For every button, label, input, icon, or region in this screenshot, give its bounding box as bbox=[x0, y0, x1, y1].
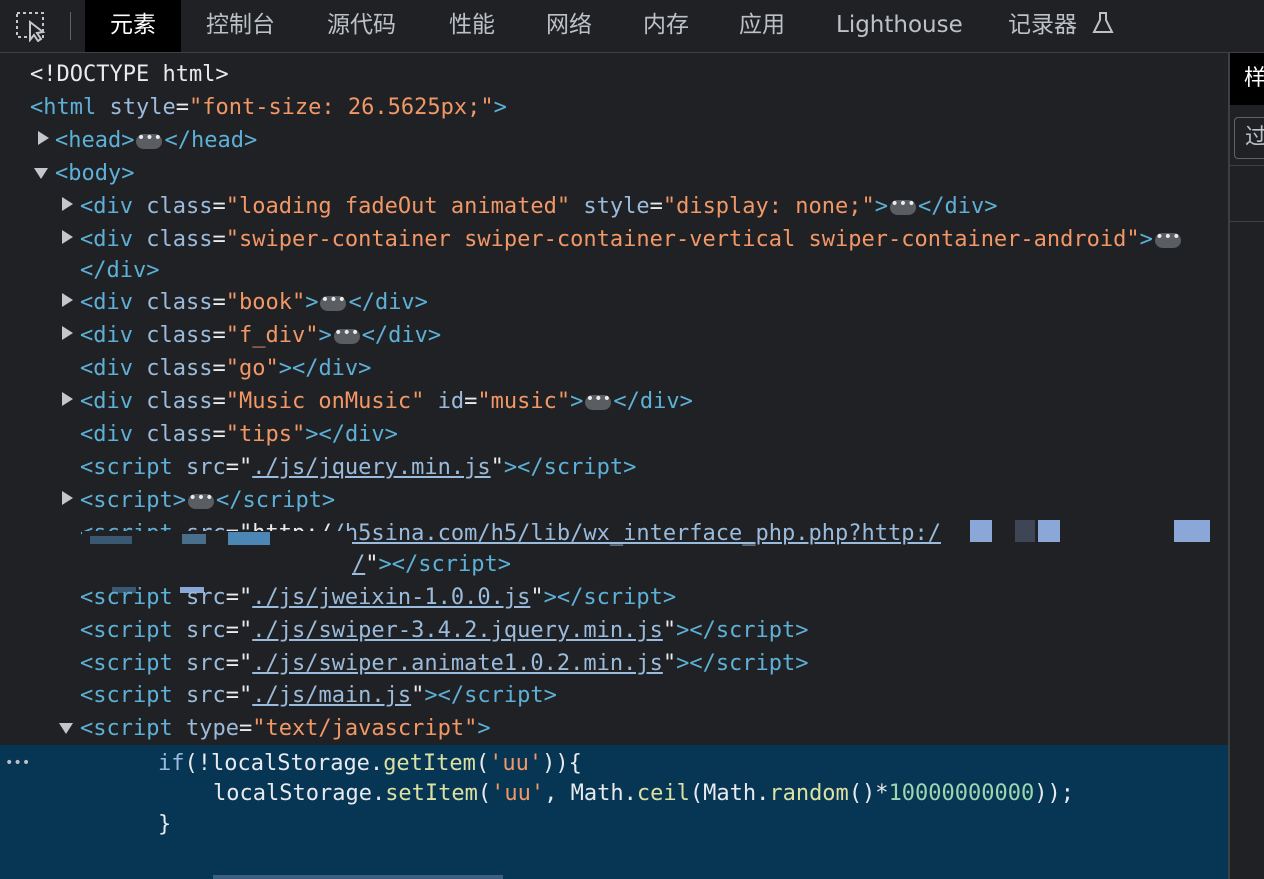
expand-arrow-icon[interactable] bbox=[62, 392, 73, 406]
ellipsis-badge[interactable]: ••• bbox=[333, 326, 360, 344]
toolbar-divider bbox=[70, 12, 71, 40]
tree-node-html[interactable]: <html style="font-size: 26.5625px;"> bbox=[30, 91, 507, 124]
src-link[interactable]: ./js/jquery.min.js bbox=[252, 455, 490, 480]
redaction-patch bbox=[1174, 520, 1210, 542]
expand-arrow-icon[interactable] bbox=[62, 491, 73, 505]
tree-node-doctype[interactable]: <!DOCTYPE html> bbox=[30, 58, 229, 91]
tag-name: <html bbox=[30, 95, 97, 120]
attr-name: style bbox=[109, 95, 176, 120]
tree-node-div-book[interactable]: <div class="book"> ••• </div> bbox=[80, 286, 428, 319]
tab-application[interactable]: 应用 bbox=[739, 0, 785, 52]
elements-tree: <!DOCTYPE html> <html style="font-size: … bbox=[0, 53, 1228, 879]
tag-name: <head> bbox=[55, 128, 135, 153]
ellipsis-badge[interactable]: ••• bbox=[187, 491, 214, 509]
tree-node-script-jweixin[interactable]: <script src="./js/jweixin-1.0.0.js"></sc… bbox=[80, 581, 676, 614]
tab-console[interactable]: 控制台 bbox=[206, 0, 275, 52]
attr-value: "text/javascript" bbox=[252, 716, 478, 741]
tree-node-div-music[interactable]: <div class="Music onMusic" id="music"> ••… bbox=[80, 385, 693, 418]
attr-value: "Music onMusic" bbox=[225, 389, 425, 414]
doctype-text: <!DOCTYPE html> bbox=[30, 62, 229, 87]
tree-node-body[interactable]: <body> bbox=[55, 157, 134, 190]
src-link[interactable]: ./js/swiper-3.4.2.jquery.min.js bbox=[252, 618, 663, 643]
collapse-arrow-icon[interactable] bbox=[59, 723, 73, 734]
expand-arrow-icon[interactable] bbox=[62, 230, 73, 244]
ellipsis-badge[interactable]: ••• bbox=[320, 293, 347, 311]
attr-value: "book" bbox=[225, 290, 306, 315]
src-link[interactable]: ./js/main.js bbox=[252, 683, 411, 708]
code-line-3: } bbox=[158, 812, 172, 837]
cut-off-code-line bbox=[213, 875, 503, 879]
tree-node-script-wx-interface-end: /"></script> bbox=[352, 552, 511, 577]
ellipsis-badge[interactable]: ••• bbox=[585, 392, 612, 410]
src-link[interactable]: /h5sina.com/h5/lib/wx_interface_php.php?… bbox=[332, 521, 941, 546]
attr-value: "go" bbox=[225, 356, 279, 381]
tree-node-div-swiper[interactable]: <div class="swiper-container swiper-cont… bbox=[80, 223, 1183, 256]
expand-arrow-icon[interactable] bbox=[62, 326, 73, 340]
tag-name: </head> bbox=[164, 128, 258, 153]
expand-arrow-icon[interactable] bbox=[62, 293, 73, 307]
tree-node-div-loading[interactable]: <div class="loading fadeOut animated" st… bbox=[80, 190, 997, 223]
tab-elements[interactable]: 元素 bbox=[85, 0, 181, 52]
inspect-element-icon[interactable] bbox=[14, 10, 50, 42]
ellipsis-badge[interactable]: ••• bbox=[890, 197, 916, 215]
redaction-patch bbox=[1015, 520, 1035, 542]
tree-node-div-swiper-close: </div> bbox=[80, 258, 160, 283]
redaction-patch bbox=[182, 534, 206, 544]
redaction-patch bbox=[1038, 520, 1060, 542]
expand-arrow-icon[interactable] bbox=[62, 197, 73, 211]
tree-node-script-swiper-animate[interactable]: <script src="./js/swiper.animate1.0.2.mi… bbox=[80, 647, 809, 680]
attr-value: "font-size: 26.5625px;" bbox=[188, 95, 494, 120]
tab-sources[interactable]: 源代码 bbox=[327, 0, 396, 52]
ellipsis-badge[interactable]: ••• bbox=[136, 131, 163, 149]
src-link[interactable]: / bbox=[352, 552, 365, 577]
tree-node-script-inline[interactable]: <script> ••• </script> bbox=[80, 484, 335, 517]
redaction-patch bbox=[228, 532, 270, 545]
tree-node-script-jquery[interactable]: <script src="./js/jquery.min.js"></scrip… bbox=[80, 451, 636, 484]
expand-arrow-icon[interactable] bbox=[38, 131, 49, 145]
ellipsis-badge[interactable]: ••• bbox=[1154, 230, 1181, 248]
redaction-patch bbox=[90, 536, 132, 544]
sidebar-divider bbox=[1230, 165, 1264, 166]
attr-value: "music" bbox=[477, 389, 571, 414]
src-link[interactable]: ./js/jweixin-1.0.0.js bbox=[252, 585, 530, 610]
code-line-1: if(!localStorage.getItem('uu')){ bbox=[158, 751, 582, 776]
tab-network[interactable]: 网络 bbox=[546, 0, 592, 52]
node-actions-ellipsis[interactable]: ••• bbox=[5, 747, 30, 780]
tree-node-div-go[interactable]: <div class="go"></div> bbox=[80, 352, 371, 385]
experimental-flask-icon bbox=[1092, 11, 1114, 33]
redaction-patch bbox=[970, 520, 992, 542]
tree-node-div-fdiv[interactable]: <div class="f_div"> ••• </div> bbox=[80, 319, 441, 352]
tab-lighthouse[interactable]: Lighthouse bbox=[836, 0, 963, 52]
tab-recorder[interactable]: 记录器 bbox=[1008, 0, 1114, 52]
styles-sidebar: 样 过 bbox=[1228, 53, 1264, 879]
tree-node-head[interactable]: <head> ••• </head> bbox=[55, 124, 257, 157]
tree-node-script-swiper[interactable]: <script src="./js/swiper-3.4.2.jquery.mi… bbox=[80, 614, 809, 647]
src-link[interactable]: ./js/swiper.animate1.0.2.min.js bbox=[252, 651, 663, 676]
collapse-arrow-icon[interactable] bbox=[34, 168, 48, 179]
attr-value: "tips" bbox=[225, 422, 306, 447]
attr-value: "swiper-container swiper-container-verti… bbox=[225, 227, 1140, 252]
tab-memory[interactable]: 内存 bbox=[643, 0, 689, 52]
tree-node-div-tips[interactable]: <div class="tips"></div> bbox=[80, 418, 398, 451]
attr-value: "display: none;" bbox=[662, 194, 875, 219]
tab-styles[interactable]: 样 bbox=[1230, 53, 1264, 105]
attr-value: "f_div" bbox=[225, 323, 319, 348]
tag-name: <body> bbox=[55, 161, 135, 186]
devtools-tab-bar: 元素 控制台 源代码 性能 网络 内存 应用 Lighthouse 记录器 bbox=[0, 0, 1264, 53]
tab-performance[interactable]: 性能 bbox=[449, 0, 495, 52]
tab-recorder-label: 记录器 bbox=[1008, 12, 1077, 38]
styles-filter-input[interactable]: 过 bbox=[1234, 117, 1264, 159]
tree-node-script-main[interactable]: <script src="./js/main.js"></script> bbox=[80, 679, 557, 712]
tree-node-script-inline-js[interactable]: <script type="text/javascript"> bbox=[80, 712, 491, 745]
code-line-2: localStorage.setItem('uu', Math.ceil(Mat… bbox=[213, 781, 1075, 806]
sidebar-divider bbox=[1230, 221, 1264, 222]
attr-value: "loading fadeOut animated" bbox=[225, 194, 571, 219]
